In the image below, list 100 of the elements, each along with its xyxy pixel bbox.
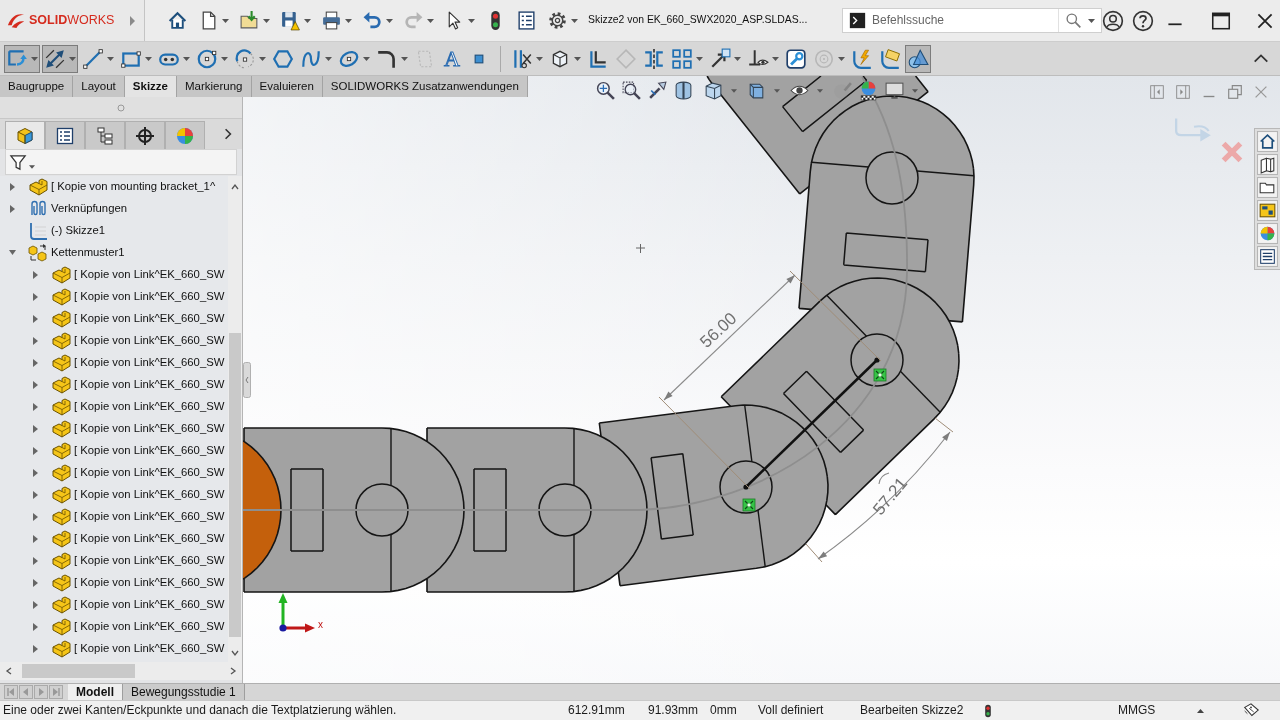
palette-grid-icon[interactable] xyxy=(1257,200,1278,221)
scrollbar-thumb[interactable] xyxy=(229,333,241,637)
tree-item[interactable]: [ Kopie von Link^EK_660_SW xyxy=(74,400,225,414)
user-icon[interactable] xyxy=(1102,9,1124,32)
scroll-down-icon[interactable] xyxy=(230,648,240,658)
dimxpert-tab[interactable] xyxy=(125,121,165,149)
zoom-area-icon[interactable] xyxy=(621,80,642,101)
feature-tree-tab[interactable] xyxy=(5,121,45,149)
tree-item[interactable]: [ Kopie von Link^EK_660_SW xyxy=(74,576,225,590)
sketch-button[interactable] xyxy=(4,44,40,73)
configuration-tab[interactable] xyxy=(85,121,125,149)
caret-right-icon[interactable] xyxy=(31,622,40,632)
tree-item[interactable]: Verknüpfungen xyxy=(51,202,127,216)
shapes-icon xyxy=(907,47,929,70)
wand-icon[interactable] xyxy=(647,80,668,101)
scrollbar-thumb[interactable] xyxy=(22,664,135,678)
caret-right-icon[interactable] xyxy=(31,468,40,478)
zoom-fit-icon[interactable] xyxy=(595,80,616,101)
smart-dimension-button[interactable] xyxy=(42,44,78,73)
wrench-icon xyxy=(785,47,807,70)
caret-right-icon[interactable] xyxy=(31,336,40,346)
scroll-right-icon[interactable] xyxy=(228,666,238,676)
tree-item[interactable]: [ Kopie von Link^EK_660_SW xyxy=(74,290,225,304)
bottom-tab[interactable]: Modell xyxy=(68,684,123,700)
tree-item[interactable]: Kettenmuster1 xyxy=(51,246,125,260)
caret-right-icon[interactable] xyxy=(31,446,40,456)
horizontal-scrollbar[interactable] xyxy=(0,662,242,680)
sketch-point-icon[interactable] xyxy=(743,484,749,490)
relation-marker-icon[interactable] xyxy=(742,498,756,512)
tree-item[interactable]: [ Kopie von Link^EK_660_SW xyxy=(74,356,225,370)
command-search-box[interactable]: Befehlssuche xyxy=(842,8,1102,33)
tree-item[interactable]: [ Kopie von Link^EK_660_SW xyxy=(74,422,225,436)
tree-item[interactable]: [ Kopie von Link^EK_660_SW xyxy=(74,466,225,480)
home-icon xyxy=(167,10,188,31)
caret-right-icon[interactable] xyxy=(31,512,40,522)
tree-item[interactable]: [ Kopie von Link^EK_660_SW xyxy=(74,554,225,568)
property-tab[interactable] xyxy=(45,121,85,149)
caret-right-icon[interactable] xyxy=(31,644,40,654)
sketch-point-icon[interactable] xyxy=(874,357,880,363)
triangle-right-icon[interactable] xyxy=(129,15,136,26)
chain-link[interactable] xyxy=(243,440,282,580)
hexagon-icon xyxy=(272,47,294,70)
caret-right-icon[interactable] xyxy=(31,578,40,588)
tree-item[interactable]: [ Kopie von Link^EK_660_SW xyxy=(74,268,225,282)
cylinder-section-icon[interactable] xyxy=(673,80,694,101)
color-ball-icon[interactable] xyxy=(1257,223,1278,244)
caret-right-icon[interactable] xyxy=(31,556,40,566)
tree-item[interactable]: [ Kopie von Link^EK_660_SW xyxy=(74,598,225,612)
caret-down-icon[interactable] xyxy=(8,248,17,258)
vertical-scrollbar[interactable] xyxy=(228,176,242,662)
tree-item[interactable]: [ Kopie von Link^EK_660_SW xyxy=(74,312,225,326)
tree-item[interactable]: [ Kopie von Link^EK_660_SW xyxy=(74,532,225,546)
caret-right-icon[interactable] xyxy=(31,270,40,280)
monitor-icon[interactable] xyxy=(884,80,905,101)
tree-item[interactable]: [ Kopie von Link^EK_660_SW xyxy=(74,488,225,502)
caret-right-icon[interactable] xyxy=(31,424,40,434)
view-cube-icon[interactable] xyxy=(703,80,724,101)
ribbon-tab[interactable]: Skizze xyxy=(124,76,177,97)
caret-right-icon[interactable] xyxy=(8,182,17,192)
dimension-line[interactable] xyxy=(805,417,954,563)
caret-right-icon[interactable] xyxy=(31,600,40,610)
bottom-tab[interactable]: Bewegungsstudie 1 xyxy=(123,684,245,700)
lightning-icon xyxy=(851,47,873,70)
line-icon xyxy=(82,47,104,70)
arc-icon xyxy=(234,47,256,70)
tree-item[interactable]: [ Kopie von Link^EK_660_SW xyxy=(74,510,225,524)
help-icon[interactable] xyxy=(1132,9,1154,32)
grip-dot-icon[interactable] xyxy=(117,103,125,112)
search-icon[interactable] xyxy=(1065,12,1082,29)
caret-right-icon[interactable] xyxy=(31,402,40,412)
tree-item[interactable]: (-) Skizze1 xyxy=(51,224,105,238)
filter-field[interactable] xyxy=(5,149,237,175)
shaded-contours-button[interactable] xyxy=(905,44,931,73)
caret-right-icon[interactable] xyxy=(31,490,40,500)
caret-right-icon[interactable] xyxy=(31,314,40,324)
caret-icon[interactable] xyxy=(1088,18,1095,23)
scroll-left-icon[interactable] xyxy=(4,666,14,676)
folded-map-icon[interactable] xyxy=(1257,154,1278,175)
scene-ball-icon[interactable] xyxy=(858,80,879,101)
caret-right-icon[interactable] xyxy=(8,204,17,214)
list-icon[interactable] xyxy=(1257,246,1278,267)
scroll-up-icon[interactable] xyxy=(230,182,240,192)
caret-icon xyxy=(386,18,393,23)
restore-icon[interactable] xyxy=(1226,83,1244,101)
tree-item[interactable]: [ Kopie von Link^EK_660_SW xyxy=(74,334,225,348)
tree-item[interactable]: [ Kopie von mounting bracket_1^ xyxy=(51,180,216,194)
home-icon[interactable] xyxy=(1257,131,1278,152)
caret-up-icon[interactable] xyxy=(1197,708,1204,713)
tree-item[interactable]: [ Kopie von Link^EK_660_SW xyxy=(74,378,225,392)
splitter-handle-icon[interactable] xyxy=(243,362,251,398)
tree-item[interactable]: [ Kopie von Link^EK_660_SW xyxy=(74,444,225,458)
caret-right-icon[interactable] xyxy=(31,292,40,302)
relation-marker-icon[interactable] xyxy=(873,368,887,382)
tree-item[interactable]: [ Kopie von Link^EK_660_SW xyxy=(74,620,225,634)
folder-icon[interactable] xyxy=(1257,177,1278,198)
caret-right-icon[interactable] xyxy=(31,358,40,368)
caret-right-icon[interactable] xyxy=(31,534,40,544)
search-input[interactable]: Befehlssuche xyxy=(872,13,1052,28)
tree-item[interactable]: [ Kopie von Link^EK_660_SW xyxy=(74,642,225,656)
caret-right-icon[interactable] xyxy=(31,380,40,390)
